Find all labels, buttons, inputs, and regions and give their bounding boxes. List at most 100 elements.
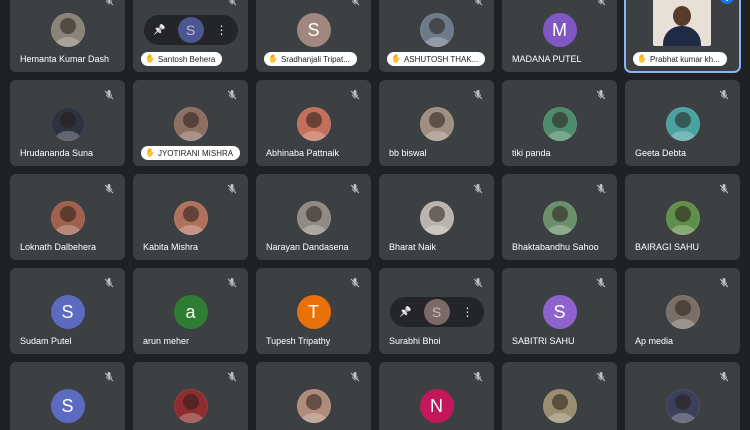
avatar: S: [50, 295, 85, 329]
participant-name-pill: ✋ Prabhat kumar kh...: [633, 52, 727, 66]
participant-tile[interactable]: bb biswal: [379, 80, 494, 166]
mic-off-icon: [472, 0, 484, 6]
participant-tile[interactable]: [256, 362, 371, 430]
participant-tile[interactable]: [502, 362, 617, 430]
participant-tile[interactable]: 📌 S ⋮ ✋ Santosh Behera: [133, 0, 248, 72]
participant-tile[interactable]: Kabita Mishra: [133, 174, 248, 260]
participant-video: [653, 0, 711, 46]
participant-tile[interactable]: Hemanta Kumar Dash: [10, 0, 125, 72]
avatar: [50, 13, 85, 47]
mic-off-icon: [349, 182, 361, 194]
participant-name-pill: ✋ ASHUTOSH THAK...: [387, 52, 486, 66]
pin-icon[interactable]: 📌: [152, 25, 168, 36]
participant-tile[interactable]: Geeta Debta: [625, 80, 740, 166]
tile-hover-controls: 📌 S ⋮: [143, 15, 238, 45]
mic-off-icon: [718, 276, 730, 288]
raised-hand-icon: ✋: [268, 54, 278, 63]
participant-tile[interactable]: M MADANA PUTEL: [502, 0, 617, 72]
mic-off-icon: [718, 370, 730, 382]
more-vert-icon[interactable]: ⋮: [214, 23, 230, 37]
avatar: [542, 201, 577, 235]
participant-name: Geeta Debta: [635, 148, 687, 158]
avatar: [173, 389, 208, 423]
participant-tile[interactable]: Abhinaba Pattnaik: [256, 80, 371, 166]
participant-tile[interactable]: ✋ Prabhat kumar kh...: [624, 0, 741, 73]
participant-tile[interactable]: [625, 362, 740, 430]
avatar: [173, 201, 208, 235]
participant-tile[interactable]: [133, 362, 248, 430]
participant-name: ASHUTOSH THAK...: [403, 54, 479, 64]
participant-tile[interactable]: 📌 S ⋮ Surabhi Bhoi: [379, 268, 494, 354]
avatar: [542, 107, 577, 141]
participant-name-pill: ✋ Santosh Behera: [141, 52, 223, 66]
participant-tile[interactable]: tiki panda: [502, 80, 617, 166]
avatar: S: [296, 13, 331, 47]
participant-tile[interactable]: Bhaktabandhu Sahoo: [502, 174, 617, 260]
mic-off-icon: [472, 276, 484, 288]
mic-off-icon: [349, 0, 361, 6]
participant-name: Sradhanjali Tripat...: [280, 54, 350, 64]
participant-tile[interactable]: a arun meher: [133, 268, 248, 354]
mic-off-icon: [595, 0, 607, 6]
participant-tile[interactable]: BAIRAGI SAHU: [625, 174, 740, 260]
mic-off-icon: [349, 276, 361, 288]
participant-tile[interactable]: S SABITRI SAHU: [502, 268, 617, 354]
participant-name: Surabhi Bhoi: [389, 336, 441, 346]
avatar: a: [173, 295, 208, 329]
participant-tile[interactable]: N: [379, 362, 494, 430]
mic-off-icon: [349, 88, 361, 100]
avatar: [173, 107, 208, 141]
participant-name: MADANA PUTEL: [512, 54, 582, 64]
participant-tile[interactable]: Ap media: [625, 268, 740, 354]
participant-tile[interactable]: ✋ JYOTIRANI MISHRA: [133, 80, 248, 166]
speaking-indicator-icon: [720, 0, 734, 4]
mic-off-icon: [226, 88, 238, 100]
participant-name: bb biswal: [389, 148, 427, 158]
participant-name: JYOTIRANI MISHRA: [157, 148, 234, 158]
mic-off-icon: [349, 370, 361, 382]
participant-tile[interactable]: Hrudananda Suna: [10, 80, 125, 166]
avatar: S: [423, 299, 450, 325]
mic-off-icon: [103, 182, 115, 194]
participant-tile[interactable]: ✋ ASHUTOSH THAK...: [379, 0, 494, 72]
participant-tile[interactable]: Bharat Naik: [379, 174, 494, 260]
mic-off-icon: [226, 276, 238, 288]
avatar: S: [50, 389, 85, 423]
participant-tile[interactable]: Narayan Dandasena: [256, 174, 371, 260]
avatar: T: [296, 295, 331, 329]
participant-tile[interactable]: Loknath Dalbehera: [10, 174, 125, 260]
mic-off-icon: [226, 0, 238, 6]
participant-name: Kabita Mishra: [143, 242, 199, 252]
participant-tile[interactable]: S: [10, 362, 125, 430]
mic-off-icon: [226, 370, 238, 382]
raised-hand-icon: ✋: [637, 54, 647, 63]
mic-off-icon: [595, 370, 607, 382]
raised-hand-icon: ✋: [145, 148, 155, 157]
more-vert-icon[interactable]: ⋮: [460, 305, 476, 319]
mic-off-icon: [226, 182, 238, 194]
participant-name-pill: ✋ Sradhanjali Tripat...: [264, 52, 357, 66]
mic-off-icon: [472, 370, 484, 382]
avatar: S: [177, 17, 204, 43]
avatar: [419, 201, 454, 235]
participant-name: Tupesh Tripathy: [266, 336, 331, 346]
avatar: [296, 201, 331, 235]
raised-hand-icon: ✋: [145, 54, 155, 63]
avatar: [665, 389, 700, 423]
participant-tile[interactable]: T Tupesh Tripathy: [256, 268, 371, 354]
participant-tile[interactable]: S Sudam Putel: [10, 268, 125, 354]
participant-name: Hrudananda Suna: [20, 148, 94, 158]
mic-off-icon: [718, 182, 730, 194]
participant-name: Hemanta Kumar Dash: [20, 54, 110, 64]
participant-name-pill: ✋ JYOTIRANI MISHRA: [141, 146, 241, 160]
participant-tile[interactable]: S ✋ Sradhanjali Tripat...: [256, 0, 371, 72]
participant-name: Bharat Naik: [389, 242, 437, 252]
participant-name: BAIRAGI SAHU: [635, 242, 700, 252]
mic-off-icon: [595, 182, 607, 194]
mic-off-icon: [472, 88, 484, 100]
mic-off-icon: [472, 182, 484, 194]
pin-icon[interactable]: 📌: [398, 307, 414, 318]
avatar: S: [542, 295, 577, 329]
avatar: [296, 107, 331, 141]
avatar: [665, 295, 700, 329]
